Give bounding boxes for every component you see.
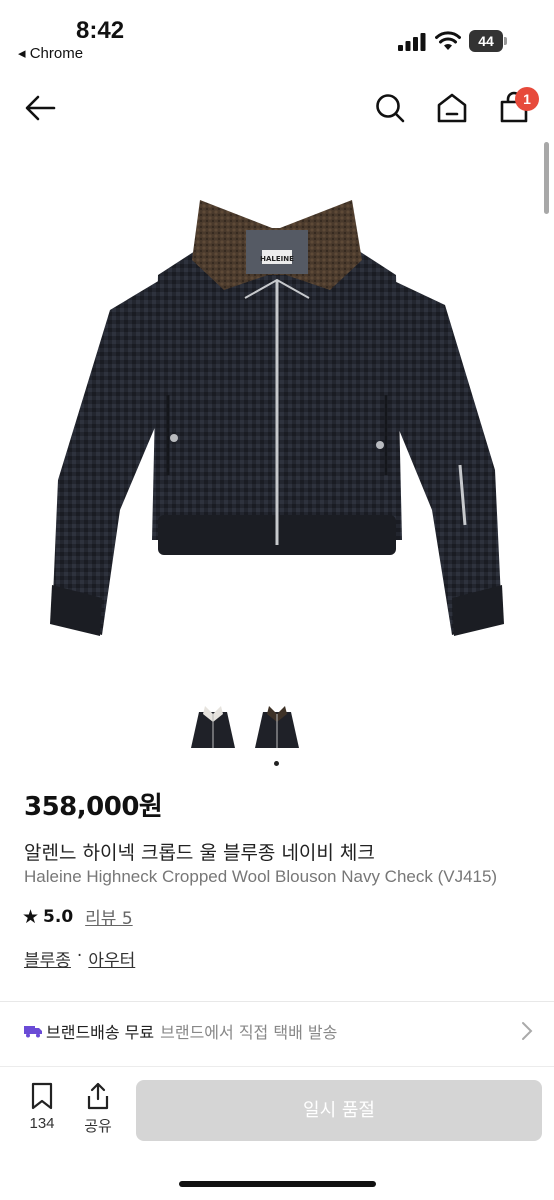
star-icon: ★ [22,905,40,928]
product-image[interactable]: HALEINE [40,180,514,650]
back-arrow-icon[interactable] [22,90,58,126]
share-icon [87,1082,109,1110]
status-bar: 8:42 ◂ Chrome 44 [0,0,554,70]
cart-count-badge: 1 [515,87,539,111]
thumbnail-strip [185,700,310,756]
bookmark-icon [31,1082,53,1110]
shipping-subtitle: 브랜드에서 직접 택배 발송 [160,1023,338,1042]
category-separator: · [76,946,83,966]
product-title-english: Haleine Highneck Cropped Wool Blouson Na… [24,867,498,886]
battery-indicator: 44 [469,30,509,52]
status-time: 8:42 [76,17,125,44]
svg-text:HALEINE: HALEINE [260,255,294,263]
category-link-outer[interactable]: 아우터 [88,946,135,971]
thumbnail-2[interactable] [249,700,305,756]
home-indicator[interactable] [179,1181,376,1187]
bookmark-button[interactable]: 134 [20,1081,64,1137]
rating-value: 5.0 [43,906,74,927]
rating-row: ★ 5.0 리뷰 5 [22,904,133,930]
review-link[interactable]: 리뷰 5 [85,904,133,929]
back-to-chrome-link[interactable]: ◂ Chrome [18,44,83,62]
bookmark-count: 134 [29,1115,55,1132]
category-link-blouson[interactable]: 블루종 [24,946,71,971]
battery-level: 44 [469,30,503,52]
product-title-korean: 알렌느 하이넥 크롭드 울 블루종 네이비 체크 [24,842,375,864]
search-icon[interactable] [372,90,408,126]
product-price: 358,000원 [24,792,163,822]
truck-icon [24,1026,42,1038]
cellular-signal-icon [398,33,426,51]
divider [0,1001,554,1002]
battery-tip [504,37,507,45]
scrollbar[interactable] [544,142,549,214]
home-icon[interactable] [434,90,470,126]
top-nav [0,80,554,136]
chevron-right-icon [522,1022,533,1040]
category-breadcrumb: 블루종 · 아우터 [24,946,135,971]
carousel-indicator-dot [274,761,279,766]
share-label: 공유 [84,1118,112,1135]
share-button[interactable]: 공유 [76,1081,120,1137]
wifi-icon [435,31,461,50]
shipping-title: 브랜드배송 무료 [46,1023,155,1042]
soldout-button[interactable]: 일시 품절 [136,1080,542,1141]
shipping-info-row[interactable]: 브랜드배송 무료 브랜드에서 직접 택배 발송 [24,1016,534,1046]
thumbnail-1[interactable] [185,700,241,756]
bottom-action-bar: 134 공유 일시 품절 [0,1066,554,1200]
